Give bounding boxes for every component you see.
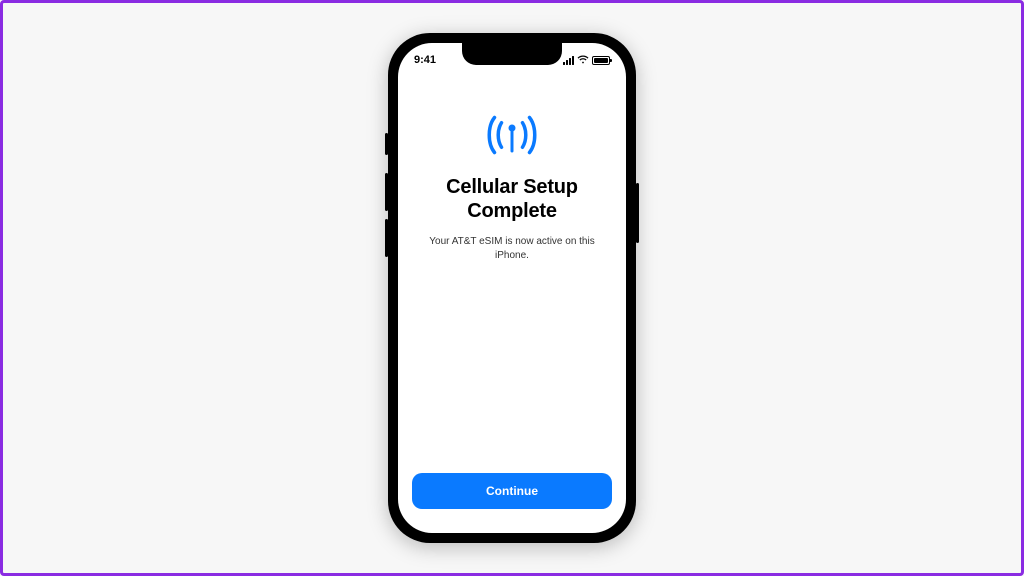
continue-button[interactable]: Continue xyxy=(412,473,612,509)
cellular-signal-icon xyxy=(563,56,574,65)
silence-switch xyxy=(385,133,388,155)
stage: 9:41 xyxy=(0,0,1024,576)
power-button xyxy=(636,183,639,243)
volume-down-button xyxy=(385,219,388,257)
phone-frame: 9:41 xyxy=(388,33,636,543)
page-title: Cellular Setup Complete xyxy=(446,175,578,223)
status-time: 9:41 xyxy=(414,54,436,66)
wifi-icon xyxy=(577,55,589,65)
status-right xyxy=(563,55,610,65)
phone-screen: 9:41 xyxy=(398,43,626,533)
cellular-antenna-icon xyxy=(484,111,540,159)
page-subtitle: Your AT&T eSIM is now active on this iPh… xyxy=(422,235,602,262)
volume-up-button xyxy=(385,173,388,211)
notch xyxy=(462,43,562,65)
battery-icon xyxy=(592,56,610,65)
main-content: Cellular Setup Complete Your AT&T eSIM i… xyxy=(398,71,626,473)
footer: Continue xyxy=(398,473,626,533)
